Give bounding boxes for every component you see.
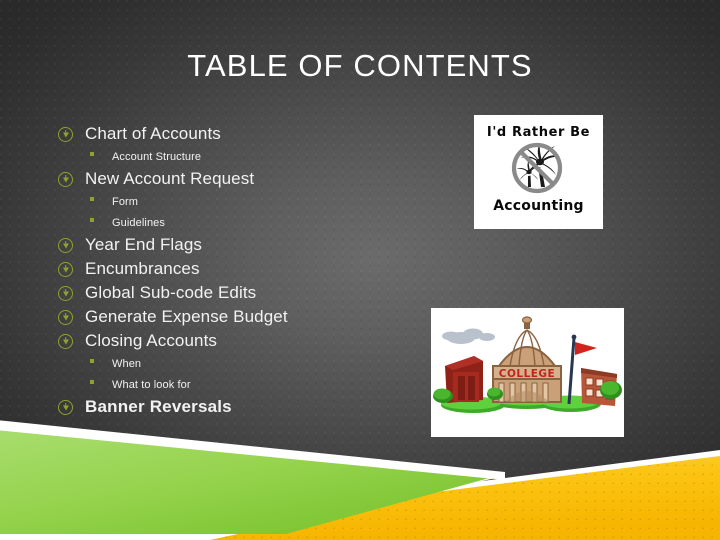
circled-arrow-bullet bbox=[58, 262, 85, 278]
square-bullet bbox=[58, 146, 112, 162]
clipart-accounting-line2: Accounting bbox=[493, 198, 584, 214]
circled-arrow-bullet bbox=[58, 334, 85, 350]
square-bullet bbox=[58, 353, 112, 369]
toc-item-level2[interactable]: Form bbox=[58, 193, 458, 214]
toc-item-label: Year End Flags bbox=[85, 235, 203, 254]
toc-item-level1[interactable]: Year End Flags bbox=[58, 235, 458, 259]
toc-item-label: New Account Request bbox=[85, 169, 255, 188]
slide-canvas: TABLE OF CONTENTS Chart of Accounts Accou… bbox=[0, 0, 720, 540]
toc-item-label: Guidelines bbox=[112, 217, 165, 229]
toc-item-level1[interactable]: New Account Request bbox=[58, 169, 458, 193]
circled-arrow-bullet bbox=[58, 286, 85, 302]
toc-item-level1[interactable]: Closing Accounts bbox=[58, 331, 458, 355]
toc-item-level2[interactable]: Account Structure bbox=[58, 148, 458, 169]
id-rather-be-accounting-image: I'd Rather Be Accounting bbox=[474, 115, 603, 229]
circled-arrow-bullet bbox=[58, 127, 85, 143]
toc-item-label: Encumbrances bbox=[85, 259, 200, 278]
toc-item-level1[interactable]: Encumbrances bbox=[58, 259, 458, 283]
college-campus-illustration: COLLEGE bbox=[433, 316, 622, 413]
toc-item-label: Banner Reversals bbox=[85, 397, 232, 416]
no-palm-tree-icon bbox=[511, 142, 563, 194]
toc-item-level2[interactable]: Guidelines bbox=[58, 214, 458, 235]
circled-arrow-bullet bbox=[58, 310, 85, 326]
toc-item-label: Form bbox=[112, 196, 139, 208]
square-bullet bbox=[58, 212, 112, 228]
circled-arrow-bullet bbox=[58, 172, 85, 188]
college-campus-image: COLLEGE bbox=[431, 308, 624, 437]
toc-item-level1[interactable]: Generate Expense Budget bbox=[58, 307, 458, 331]
circled-arrow-bullet bbox=[58, 238, 85, 254]
toc-item-label: What to look for bbox=[112, 379, 191, 391]
toc-item-label: Generate Expense Budget bbox=[85, 307, 288, 326]
toc-item-label: Closing Accounts bbox=[85, 331, 218, 350]
toc-item-label: Global Sub-code Edits bbox=[85, 283, 257, 302]
page-title: TABLE OF CONTENTS bbox=[187, 48, 533, 83]
square-bullet bbox=[58, 191, 112, 207]
toc-item-label: When bbox=[112, 358, 142, 370]
toc-item-label: Chart of Accounts bbox=[85, 124, 221, 143]
toc-item-level1[interactable]: Chart of Accounts bbox=[58, 124, 458, 148]
clipart-accounting-line1: I'd Rather Be bbox=[486, 125, 591, 140]
table-of-contents-list: Chart of Accounts Account Structure New Ac… bbox=[58, 124, 458, 421]
toc-item-level2[interactable]: What to look for bbox=[58, 376, 458, 397]
toc-item-level1[interactable]: Global Sub-code Edits bbox=[58, 283, 458, 307]
toc-item-label: Account Structure bbox=[112, 151, 202, 163]
toc-item-level1[interactable]: Banner Reversals bbox=[58, 397, 458, 421]
circled-arrow-bullet bbox=[58, 400, 85, 416]
toc-item-level2[interactable]: When bbox=[58, 355, 458, 376]
square-bullet bbox=[58, 374, 112, 390]
college-sign-text: COLLEGE bbox=[499, 368, 555, 380]
